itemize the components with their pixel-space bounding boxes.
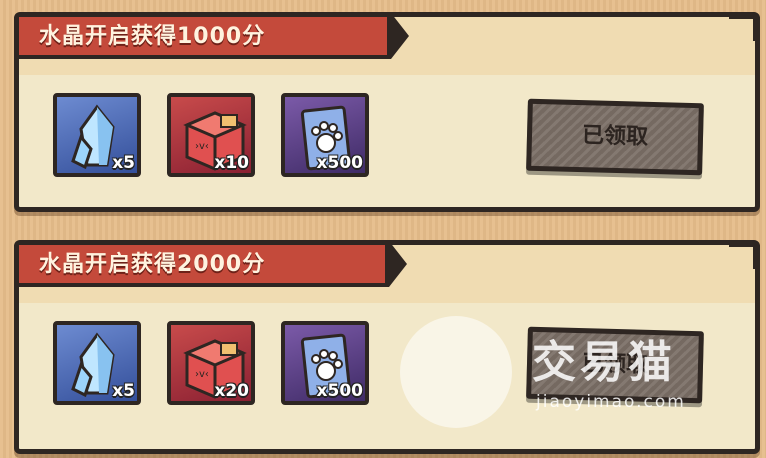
claimed-button[interactable]: 已领取: [526, 326, 704, 404]
reward-item-crystal[interactable]: x5: [53, 93, 141, 177]
item-quantity: x5: [112, 153, 135, 173]
reward-title: 水晶开启获得2000分: [39, 252, 266, 277]
item-quantity: x5: [112, 381, 135, 401]
reward-title-banner: 水晶开启获得2000分: [15, 241, 407, 287]
claimed-button[interactable]: 已领取: [526, 98, 704, 176]
reward-item-crystal[interactable]: x5: [53, 321, 141, 405]
svg-text:›v‹: ›v‹: [195, 369, 209, 380]
reward-item-paw-card[interactable]: x500: [281, 93, 369, 177]
reward-item-red-box[interactable]: ›v‹ x20: [167, 321, 255, 405]
reward-title: 水晶开启获得1000分: [39, 24, 266, 49]
item-quantity: x20: [214, 381, 249, 401]
card-corner-ornament: [729, 15, 757, 41]
reward-item-red-box[interactable]: ›v‹ x10: [167, 93, 255, 177]
reward-card-2000: 水晶开启获得2000分 x5 ›v‹ x20 x500 已领取: [14, 240, 760, 454]
reward-title-banner: 水晶开启获得1000分: [15, 13, 409, 59]
item-quantity: x10: [214, 153, 249, 173]
item-quantity: x500: [316, 153, 363, 173]
card-corner-ornament: [729, 243, 757, 269]
item-quantity: x500: [316, 381, 363, 401]
reward-card-1000: 水晶开启获得1000分 x5 ›v‹ x10 x500 已领取: [14, 12, 760, 212]
reward-item-paw-card[interactable]: x500: [281, 321, 369, 405]
svg-text:›v‹: ›v‹: [195, 141, 209, 152]
